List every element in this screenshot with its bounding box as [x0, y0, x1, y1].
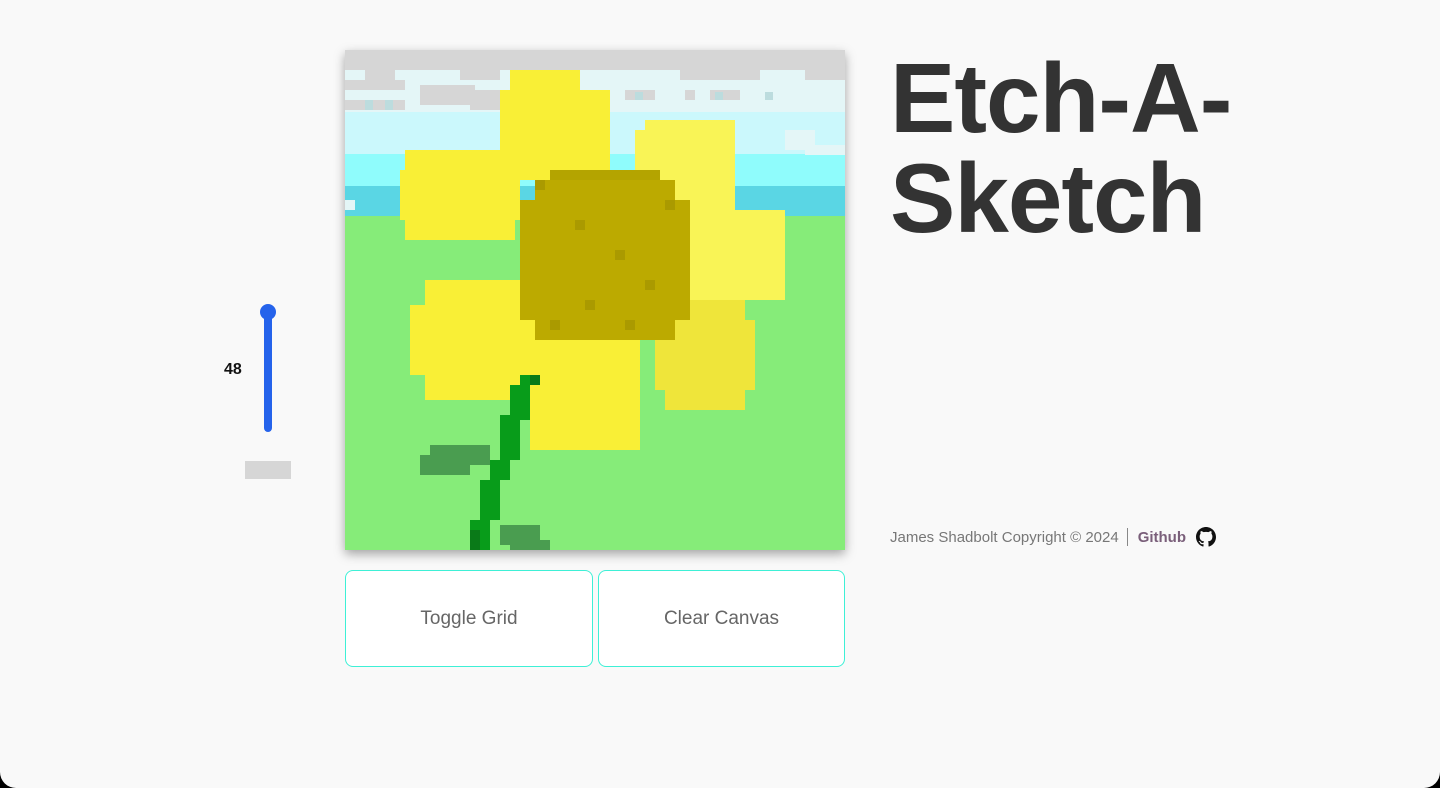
footer-divider — [1126, 528, 1128, 546]
page-title: Etch-A-Sketch — [890, 43, 1232, 253]
color-picker[interactable] — [245, 461, 291, 479]
toggle-grid-button[interactable]: Toggle Grid — [345, 570, 593, 667]
canvas-artwork — [345, 50, 845, 550]
drawing-canvas[interactable] — [345, 50, 845, 550]
footer: James Shadbolt Copyright © 2024 Github — [890, 525, 1217, 549]
clear-canvas-button[interactable]: Clear Canvas — [598, 570, 845, 667]
grid-size-slider-thumb[interactable] — [260, 304, 276, 320]
copyright-text: James Shadbolt Copyright © 2024 — [890, 528, 1119, 546]
grid-size-slider[interactable] — [264, 310, 272, 432]
grid-size-value: 48 — [224, 361, 242, 378]
page: 48 Toggle Grid Clear Canvas Etch-A-Sketc… — [0, 0, 1440, 788]
grid-size-control: 48 — [222, 302, 302, 482]
github-icon[interactable] — [1196, 527, 1217, 547]
github-link[interactable]: Github — [1138, 529, 1186, 546]
